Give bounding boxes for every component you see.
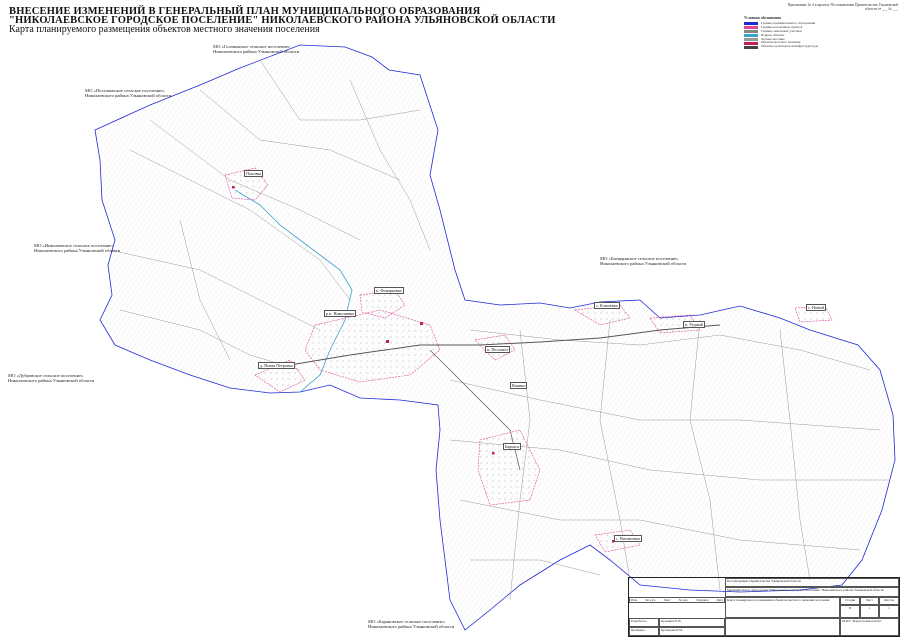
place-label: п. Песчаное [485,346,511,353]
place-label: д. Новая Петровка [258,362,295,369]
stamp-basis: Постановление Правительства Ульяновской … [725,578,899,587]
stamp-sheet-label: Лист [860,597,879,605]
legend-item: Объекты транспортной инфраструктуры [744,44,894,49]
neighbour-label: МО «Головинское сельское поселение» Никол… [213,44,300,55]
legend-swatch [744,26,758,30]
legend-swatch [744,45,758,49]
place-label: с. Новый [806,304,827,311]
stamp-columns: Изм. Кол.уч. Лист № док. Подпись Дата [629,597,725,603]
legend-swatch [744,37,758,41]
map-sheet: Приложение № 4 к проекту Постановления П… [0,0,905,640]
place-label: п. Фонарковка [374,287,404,294]
stamp-developer: Кузьмина Е.Н. [659,618,725,627]
stamp-document-name: Карта планируемого размещения объектов м… [725,597,840,618]
title-block: Постановление Правительства Ульяновской … [628,577,900,637]
stamp-empty [725,618,840,636]
place-label: Ванино [510,382,528,389]
place-label: п. Рудный [683,321,705,328]
stamp-sheets-label: Листов [879,597,899,605]
stamp-developer-label: Разработал [629,618,659,627]
stamp-sheets: 1 [879,605,899,618]
legend-text: Объекты транспортной инфраструктуры [761,44,818,49]
legend-swatch [744,30,758,34]
place-label: с. Ключевка [594,302,620,309]
place-label: Поповка [244,170,264,177]
neighbour-label: МО «Николаевское сельское поселение» Нико… [34,243,121,254]
neighbour-label: МО «Дубровское сельское поселение» Никола… [8,373,95,384]
place-label: р.п. Николаевка [324,310,357,317]
stamp-sheet: 1 [860,605,879,618]
stamp-checked: Кузнецова Е.М. [659,627,725,636]
stamp-stage-label: Стадия [840,597,860,605]
stamp-checked-label: Проверил [629,627,659,636]
legend-swatch [744,41,758,45]
neighbour-label: МО «Баевщинское сельское поселение» Никол… [600,256,687,267]
legend-swatch [744,34,758,38]
legend-swatch [744,22,758,26]
stamp-organization: ОГКУ "Кадастровая палата" [840,618,899,636]
place-label: с. Витязьевка [614,535,642,542]
legend: Условные обозначения Граница муниципальн… [744,16,894,49]
stamp-municipality: Муниципальное образование "Николаевское … [725,587,899,597]
neighbour-label: МО «Барановское сельское поселение» Никол… [368,619,455,630]
stamp-stage: П [840,605,860,618]
place-label: Барнаса [503,443,522,450]
neighbour-label: МО «Поселковское сельское поселение» Нико… [85,88,172,99]
